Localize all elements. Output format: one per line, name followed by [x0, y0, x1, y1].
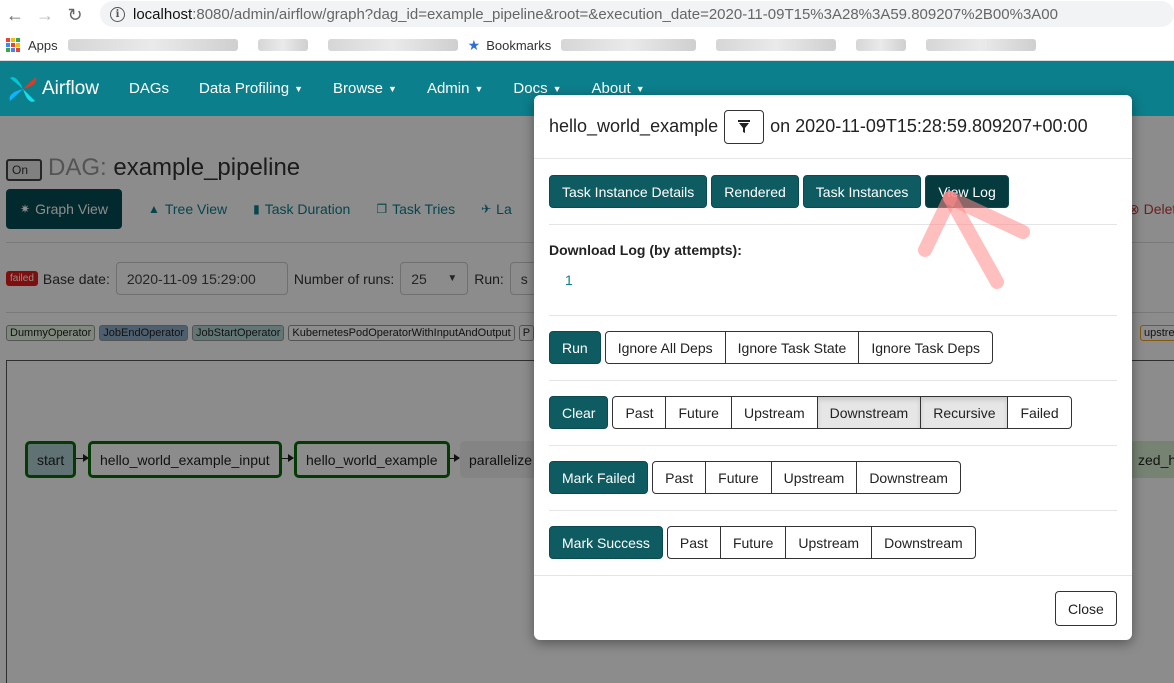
task-instance-details-button[interactable]: Task Instance Details [549, 175, 708, 208]
clear-option-recursive[interactable]: Recursive [920, 396, 1009, 429]
browser-toolbar: ← → ↻ i localhost:8080/admin/airflow/gra… [0, 0, 1174, 30]
nav-item-label: Admin [426, 80, 470, 97]
download-log-section: Download Log (by attempts): 1 [549, 242, 1117, 288]
url-path: :8080/admin/airflow/graph?dag_id=example… [192, 5, 1058, 23]
mark-failed-options: Past Future Upstream Downstream [652, 461, 961, 494]
brand-name: Airflow [42, 77, 100, 99]
run-option-ignore-task-state[interactable]: Ignore Task State [724, 331, 860, 364]
apps-grid-icon[interactable] [6, 38, 20, 52]
blurred-bookmark[interactable] [257, 39, 308, 51]
run-options: Ignore All Deps Ignore Task State Ignore T… [604, 331, 994, 364]
filter-icon [738, 119, 751, 133]
log-attempt-link[interactable]: 1 [565, 272, 1117, 288]
star-icon: ★ [467, 36, 481, 53]
chevron-down-icon: ▼ [635, 83, 645, 94]
run-option-ignore-all-deps[interactable]: Ignore All Deps [604, 331, 726, 364]
clear-section: Clear Past Future Upstream Downstream Recurs… [549, 396, 1117, 429]
mark-failed-section: Mark Failed Past Future Upstream Downstream [549, 461, 1117, 494]
run-button[interactable]: Run [549, 331, 601, 364]
close-button[interactable]: Close [1055, 591, 1117, 626]
modal-task-id: hello_world_example [549, 116, 719, 136]
mark-success-button[interactable]: Mark Success [549, 526, 663, 559]
run-option-ignore-task-deps[interactable]: Ignore Task Deps [858, 331, 994, 364]
forward-arrow-icon[interactable]: → [30, 5, 60, 26]
chevron-down-icon: ▼ [388, 83, 397, 94]
modal-execution-date: 2020-11-09T15:28:59.809207+00:00 [795, 116, 1088, 136]
blurred-bookmark[interactable] [327, 39, 458, 51]
mark-success-option-upstream[interactable]: Upstream [785, 526, 873, 559]
divider [549, 224, 1117, 225]
chevron-down-icon: ▼ [552, 83, 562, 94]
modal-header: hello_world_example on 2020-11-09T15:28:… [534, 95, 1132, 159]
divider [549, 380, 1117, 381]
nav-item-admin[interactable]: Admin ▼ [427, 80, 483, 97]
mark-failed-option-future[interactable]: Future [705, 461, 772, 494]
divider [549, 445, 1117, 446]
run-section: Run Ignore All Deps Ignore Task State Igno… [549, 331, 1117, 364]
clear-button[interactable]: Clear [549, 396, 609, 429]
bookmark-folder[interactable]: Bookmarks [486, 38, 551, 53]
clear-option-downstream[interactable]: Downstream [816, 396, 922, 429]
clear-options: Past Future Upstream Downstream Recursive Fai… [612, 396, 1072, 429]
mark-success-section: Mark Success Past Future Upstream Downstrea… [549, 526, 1117, 559]
airflow-logo[interactable]: Airflow [6, 72, 99, 106]
clear-option-past[interactable]: Past [612, 396, 667, 429]
airflow-pinwheel-icon [9, 76, 37, 102]
clear-option-upstream[interactable]: Upstream [730, 396, 818, 429]
task-instance-modal: hello_world_example on 2020-11-09T15:28:… [534, 95, 1132, 640]
chevron-down-icon: ▼ [294, 83, 303, 94]
url-host: localhost [133, 5, 193, 23]
blurred-bookmark[interactable] [67, 39, 238, 51]
divider [549, 315, 1117, 316]
download-log-title: Download Log (by attempts): [549, 242, 742, 258]
rendered-button[interactable]: Rendered [711, 175, 799, 208]
view-log-button[interactable]: View Log [925, 175, 1009, 208]
mark-success-option-future[interactable]: Future [719, 526, 787, 559]
nav-item-label: DAGs [129, 80, 170, 97]
mark-failed-button[interactable]: Mark Failed [549, 461, 649, 494]
address-bar[interactable]: i localhost:8080/admin/airflow/graph?dag… [100, 1, 1174, 27]
top-actions: Task Instance Details Rendered Task Inst… [549, 175, 1117, 208]
blurred-bookmark[interactable] [716, 39, 837, 51]
modal-on-label: on [770, 116, 791, 136]
nav-item-browse[interactable]: Browse ▼ [333, 80, 397, 97]
mark-failed-option-past[interactable]: Past [652, 461, 707, 494]
clear-option-failed[interactable]: Failed [1007, 396, 1072, 429]
mark-failed-option-downstream[interactable]: Downstream [856, 461, 961, 494]
divider [549, 510, 1117, 511]
nav-item-data-profiling[interactable]: Data Profiling ▼ [199, 80, 303, 97]
back-arrow-icon[interactable]: ← [0, 5, 30, 26]
mark-success-option-downstream[interactable]: Downstream [871, 526, 976, 559]
bookmark-apps[interactable]: Apps [28, 38, 58, 53]
clear-option-future[interactable]: Future [665, 396, 732, 429]
blurred-bookmark[interactable] [561, 39, 697, 51]
reload-icon[interactable]: ↻ [60, 5, 90, 26]
bookmarks-bar: Apps ★ Bookmarks [0, 30, 1174, 61]
blurred-bookmark[interactable] [926, 39, 1037, 51]
chevron-down-icon: ▼ [474, 83, 484, 94]
blurred-bookmark[interactable] [856, 39, 907, 51]
task-instances-button[interactable]: Task Instances [802, 175, 922, 208]
info-icon[interactable]: i [110, 6, 125, 22]
nav-item-label: Browse [333, 80, 384, 97]
nav-item-dags[interactable]: DAGs [129, 80, 169, 97]
filter-upstream-button[interactable] [724, 109, 765, 144]
mark-success-options: Past Future Upstream Downstream [666, 526, 976, 559]
nav-item-label: Data Profiling [199, 80, 290, 97]
mark-success-option-past[interactable]: Past [666, 526, 721, 559]
modal-footer-divider [534, 575, 1132, 576]
mark-failed-option-upstream[interactable]: Upstream [770, 461, 858, 494]
